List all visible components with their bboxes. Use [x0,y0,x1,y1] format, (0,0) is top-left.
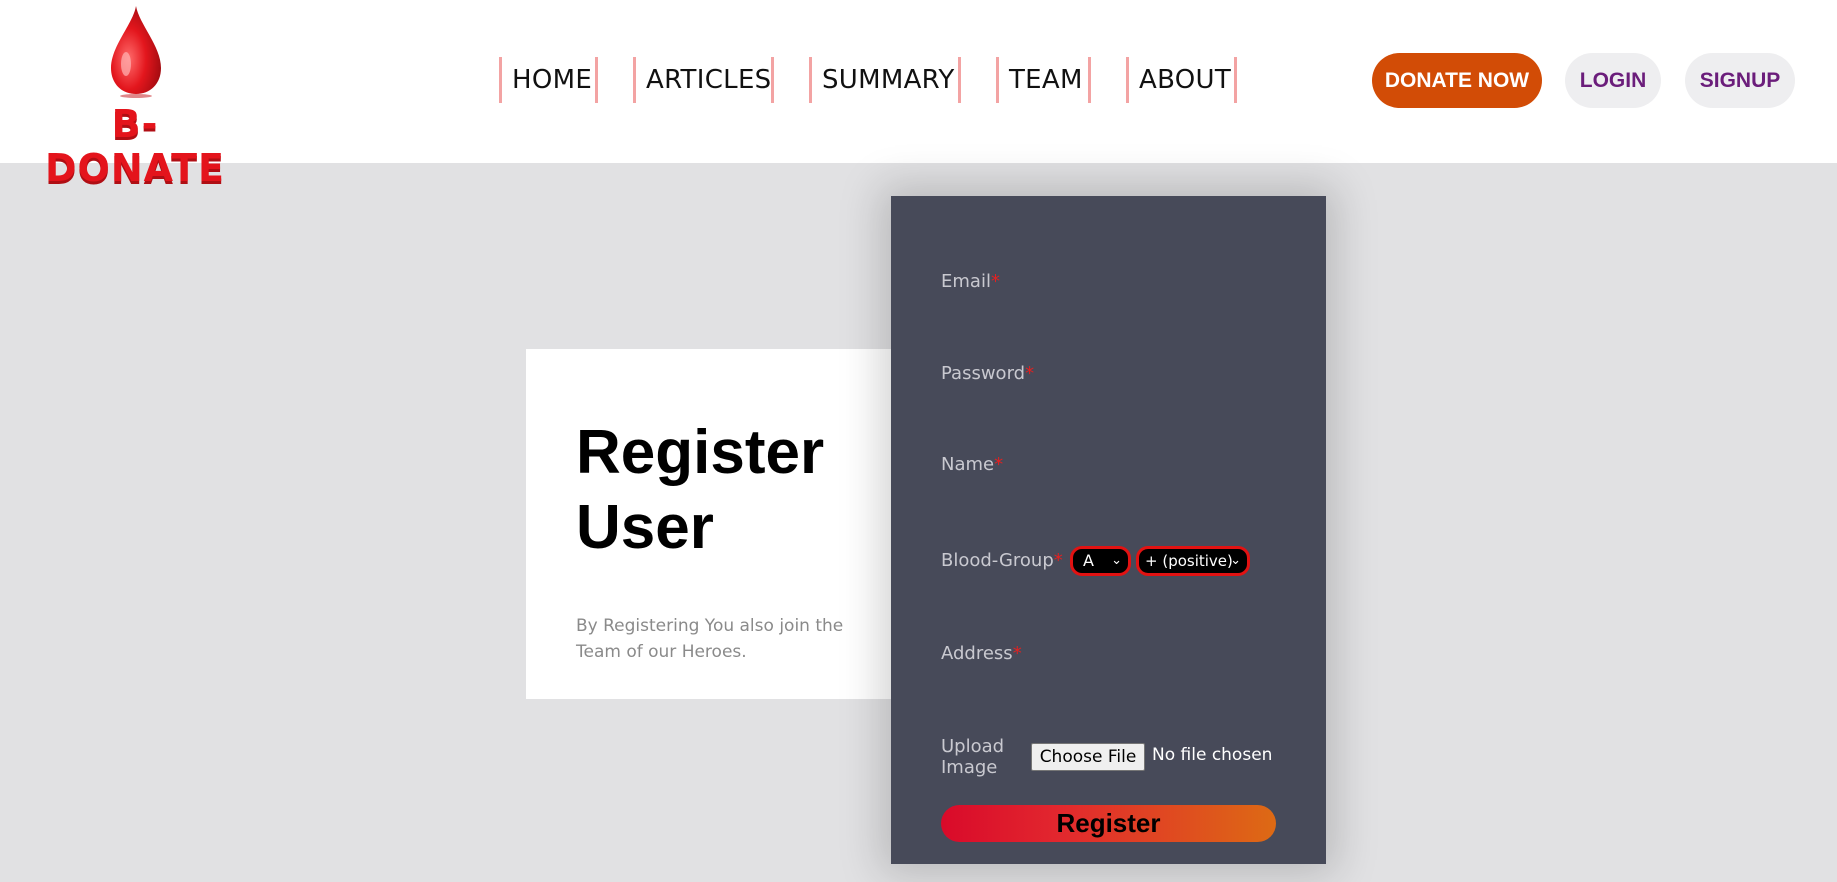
register-form: Email* Password* Name* Blood-Group* A ⌄ … [891,196,1326,864]
file-status-text: No file chosen [1152,745,1273,765]
email-field[interactable]: Email* [941,271,1000,292]
rh-factor-value: + (positive) [1145,552,1233,570]
site-header: B-DONATE HOME ARTICLES SUMMARY TEAM ABOU… [0,0,1837,190]
required-mark: * [1025,363,1035,384]
email-label: Email [941,271,991,292]
signup-button[interactable]: SIGNUP [1685,53,1795,108]
blood-drop-icon [111,6,161,98]
donate-now-button[interactable]: DONATE NOW [1372,53,1542,108]
nav-about[interactable]: ABOUT [1126,57,1237,103]
address-label: Address [941,643,1013,664]
address-field[interactable]: Address* [941,643,1022,664]
name-label: Name [941,454,995,475]
nav-team[interactable]: TEAM [996,57,1091,103]
login-button[interactable]: LOGIN [1565,53,1661,108]
choose-file-button[interactable]: Choose File [1031,743,1145,771]
logo-text: B-DONATE [45,102,225,190]
blood-type-value: A [1083,551,1094,570]
chevron-down-icon: ⌄ [1230,553,1241,568]
blood-group-label: Blood-Group* [941,550,1063,571]
name-field[interactable]: Name* [941,454,1003,475]
upload-image-label: Upload Image [941,736,1005,778]
rh-factor-select[interactable]: + (positive) ⌄ [1136,546,1250,576]
required-mark: * [1053,550,1063,571]
password-label: Password [941,363,1026,384]
chevron-down-icon: ⌄ [1111,553,1122,568]
required-mark: * [990,271,1000,292]
required-mark: * [994,454,1004,475]
nav-articles[interactable]: ARTICLES [633,57,774,103]
page-title: Register User [576,418,825,562]
nav-summary[interactable]: SUMMARY [809,57,961,103]
register-info-card: Register User By Registering You also jo… [526,349,892,699]
password-field[interactable]: Password* [941,363,1034,384]
required-mark: * [1012,643,1022,664]
blood-group-label-text: Blood-Group [941,550,1054,571]
register-button[interactable]: Register [941,805,1276,842]
nav-home[interactable]: HOME [499,57,598,103]
blood-type-select[interactable]: A ⌄ [1070,546,1131,576]
info-description: By Registering You also join the Team of… [576,616,844,662]
logo[interactable]: B-DONATE [32,6,238,190]
